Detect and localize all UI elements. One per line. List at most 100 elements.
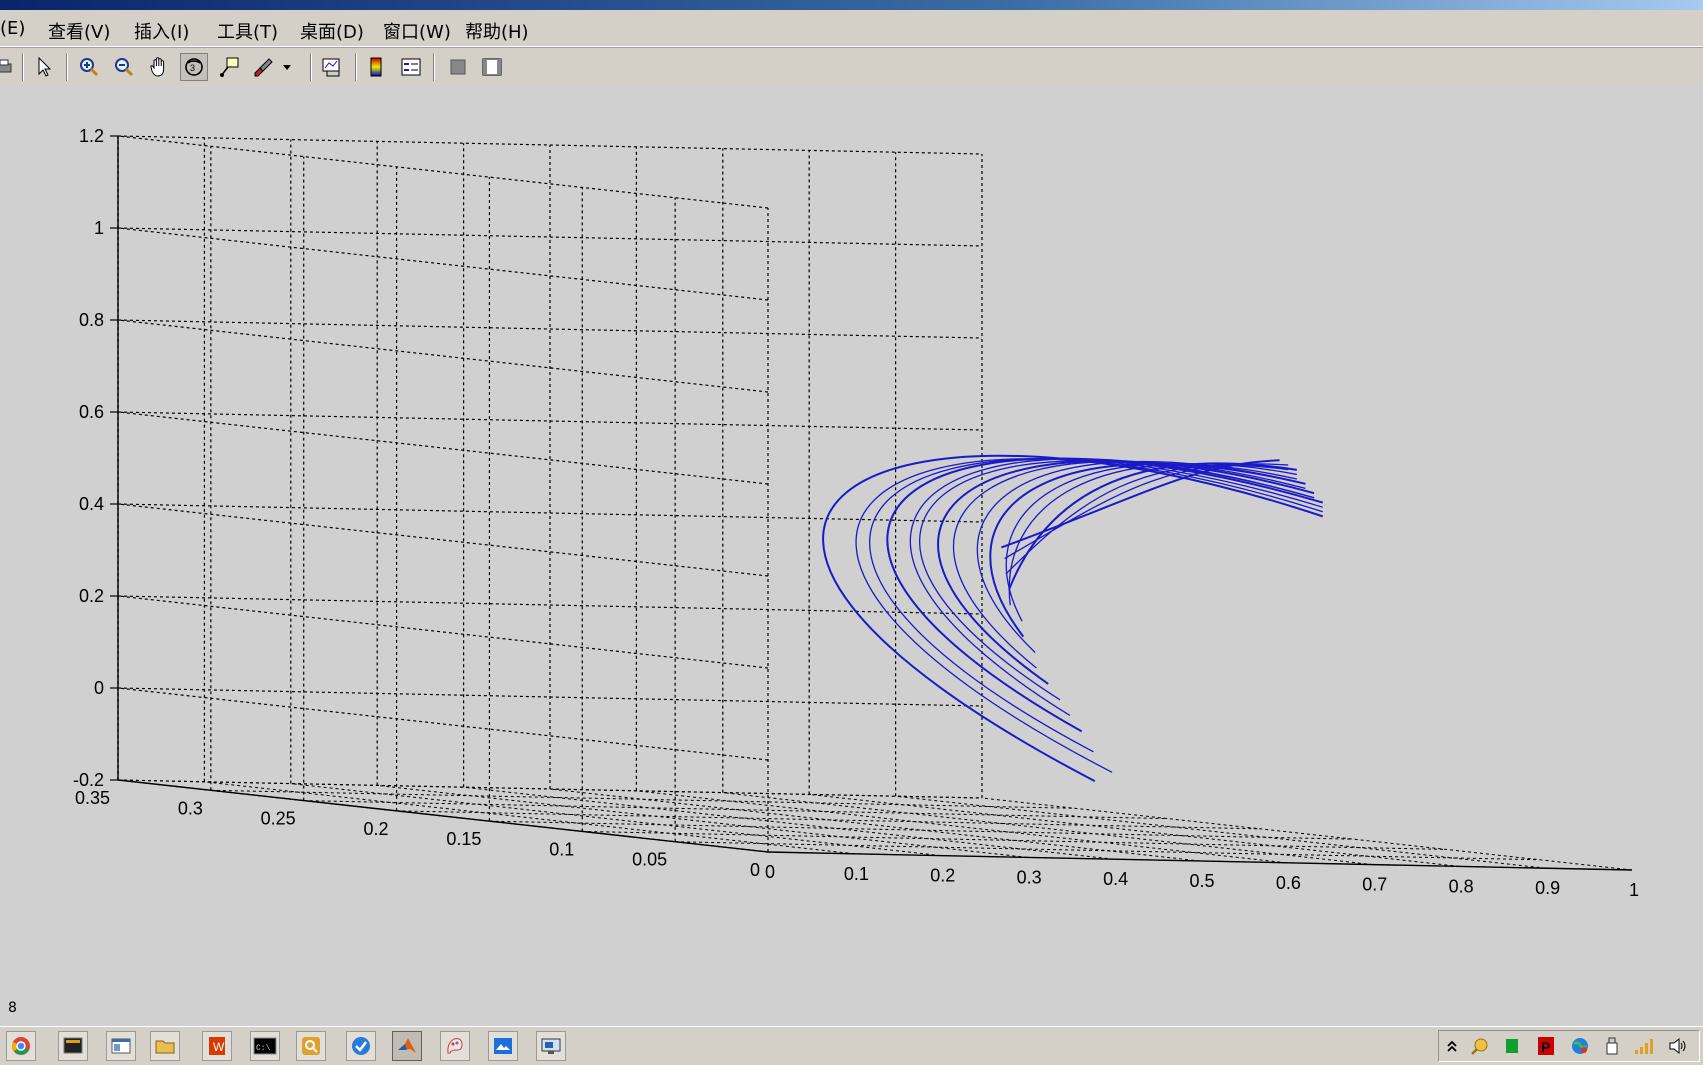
grid-line xyxy=(117,319,983,339)
y-tick-label: 1 xyxy=(1629,880,1639,900)
show-plot-tools-icon[interactable] xyxy=(478,53,506,81)
green-app-icon[interactable] xyxy=(1501,1035,1523,1057)
window-icon[interactable] xyxy=(106,1031,136,1061)
y-tick-label: 0.8 xyxy=(1449,876,1474,896)
office-icon[interactable]: W xyxy=(202,1031,232,1061)
hide-plot-tools-icon[interactable] xyxy=(444,53,472,81)
paint-icon[interactable] xyxy=(440,1031,470,1061)
grid-line xyxy=(303,800,1168,820)
rotate-3d-icon[interactable]: 3 xyxy=(180,53,208,81)
y-tick-label: 0 xyxy=(765,862,775,882)
svg-text:P: P xyxy=(1541,1039,1550,1055)
window-title-bar xyxy=(0,0,1703,10)
x-tick-label: 0.25 xyxy=(261,809,296,829)
grid-line xyxy=(117,319,769,393)
remote-desktop-icon[interactable] xyxy=(536,1031,566,1061)
x-tick-label: 0.3 xyxy=(178,798,203,818)
tick-labels: -0.2 0 0.2 0.4 0.6 0.8 1 1.2 0 0.05 0.1 0.15 0.2 0.25… xyxy=(73,126,1639,900)
z-tick-label: 0 xyxy=(94,678,104,698)
legend-icon[interactable] xyxy=(397,53,425,81)
y-tick-label: 0.6 xyxy=(1276,873,1301,893)
toolbar-separator xyxy=(22,53,24,81)
show-hidden-icons-icon[interactable] xyxy=(1441,1035,1463,1057)
y-tick-label: 0.4 xyxy=(1103,869,1128,889)
x-tick-label: 0.15 xyxy=(446,829,481,849)
plotted-curves xyxy=(822,454,1324,783)
y-tick-label: 0.2 xyxy=(930,866,955,886)
grid-line xyxy=(117,503,769,577)
grid-line xyxy=(722,792,1373,866)
globe-icon[interactable] xyxy=(1569,1035,1591,1057)
x-axis-line xyxy=(117,779,769,853)
photo-icon[interactable] xyxy=(488,1031,518,1061)
menu-tools[interactable]: 工具(T) xyxy=(217,18,278,44)
pan-hand-icon[interactable] xyxy=(145,53,173,81)
grid-line xyxy=(981,797,1633,871)
grid-line xyxy=(117,411,769,485)
data-cursor-icon[interactable] xyxy=(215,53,243,81)
svg-text:3: 3 xyxy=(190,63,195,73)
x-tick-label: 0.2 xyxy=(364,819,389,839)
x-tick-label: 0 xyxy=(750,860,760,880)
y-tick-label: 0.9 xyxy=(1535,878,1560,898)
matlab-icon[interactable] xyxy=(392,1031,422,1061)
z-tick-label: 1 xyxy=(94,218,104,238)
menu-view[interactable]: 查看(V) xyxy=(48,18,110,44)
figure-canvas[interactable]: -0.2 0 0.2 0.4 0.6 0.8 1 1.2 0 0.05 0.1 0.15 0.2 0.25… xyxy=(0,86,1703,1026)
link-plot-icon[interactable] xyxy=(318,53,346,81)
pointer-icon[interactable] xyxy=(30,53,58,81)
x-tick-label: 0.1 xyxy=(549,839,574,859)
zoom-out-icon[interactable] xyxy=(110,53,138,81)
x-tick-label: 0.05 xyxy=(632,850,667,870)
usb-icon[interactable] xyxy=(1601,1035,1623,1057)
search-tool-icon[interactable] xyxy=(296,1031,326,1061)
menu-edit[interactable]: (E) xyxy=(0,18,25,39)
colorbar-icon[interactable] xyxy=(362,53,390,81)
z-tick-label: -0.2 xyxy=(73,770,104,790)
menu-window[interactable]: 窗口(W) xyxy=(383,18,451,44)
figure-toolbar: 3 xyxy=(0,47,1703,87)
menu-help[interactable]: 帮助(H) xyxy=(465,18,529,44)
grid-line xyxy=(117,227,769,301)
toolbar-separator xyxy=(433,53,435,81)
search-tray-icon[interactable] xyxy=(1469,1035,1491,1057)
menu-insert[interactable]: 插入(I) xyxy=(134,18,189,44)
curve-series xyxy=(1004,463,1289,560)
brush-icon[interactable] xyxy=(250,53,278,81)
brush-dropdown-icon[interactable] xyxy=(280,53,294,81)
folder-icon[interactable] xyxy=(150,1031,180,1061)
z-tick-label: 0.2 xyxy=(79,586,104,606)
y-tick-label: 0.3 xyxy=(1017,867,1042,887)
red-app-icon[interactable]: P xyxy=(1535,1035,1557,1057)
grid-line xyxy=(117,687,769,761)
check-icon[interactable] xyxy=(346,1031,376,1061)
z-tick-label: 1.2 xyxy=(79,126,104,146)
chrome-icon[interactable] xyxy=(6,1031,36,1061)
curve-series xyxy=(937,460,1315,685)
grid-line xyxy=(675,841,1540,861)
toolbar-separator xyxy=(66,53,68,81)
signal-icon[interactable] xyxy=(1633,1035,1655,1057)
zoom-in-icon[interactable] xyxy=(75,53,103,81)
x-tick-label: 0.35 xyxy=(75,788,110,808)
curve-series xyxy=(989,462,1306,638)
curve-series xyxy=(869,458,1323,753)
curve-series xyxy=(976,460,1306,653)
svg-text:C:\: C:\ xyxy=(256,1044,271,1053)
windows-taskbar: W C:\ P xyxy=(0,1026,1703,1065)
toolbar-separator xyxy=(355,53,357,81)
z-tick-label: 0.6 xyxy=(79,402,104,422)
plot-3d-axes[interactable]: -0.2 0 0.2 0.4 0.6 0.8 1 1.2 0 0.05 0.1 0.15 0.2 0.25… xyxy=(0,86,1703,1026)
y-tick-label: 0.1 xyxy=(844,864,869,884)
volume-icon[interactable] xyxy=(1667,1035,1689,1057)
y-axis-line xyxy=(767,851,1633,871)
terminal-icon[interactable] xyxy=(58,1031,88,1061)
grid-line xyxy=(117,135,769,209)
toolbar-separator xyxy=(310,53,312,81)
grid-line xyxy=(117,595,983,615)
print-icon[interactable] xyxy=(0,53,18,81)
z-tick-label: 0.8 xyxy=(79,310,104,330)
menu-bar: (E) 查看(V) 插入(I) 工具(T) 桌面(D) 窗口(W) 帮助(H) xyxy=(0,10,1703,47)
menu-desktop[interactable]: 桌面(D) xyxy=(300,18,364,44)
cmd-icon[interactable]: C:\ xyxy=(250,1031,280,1061)
